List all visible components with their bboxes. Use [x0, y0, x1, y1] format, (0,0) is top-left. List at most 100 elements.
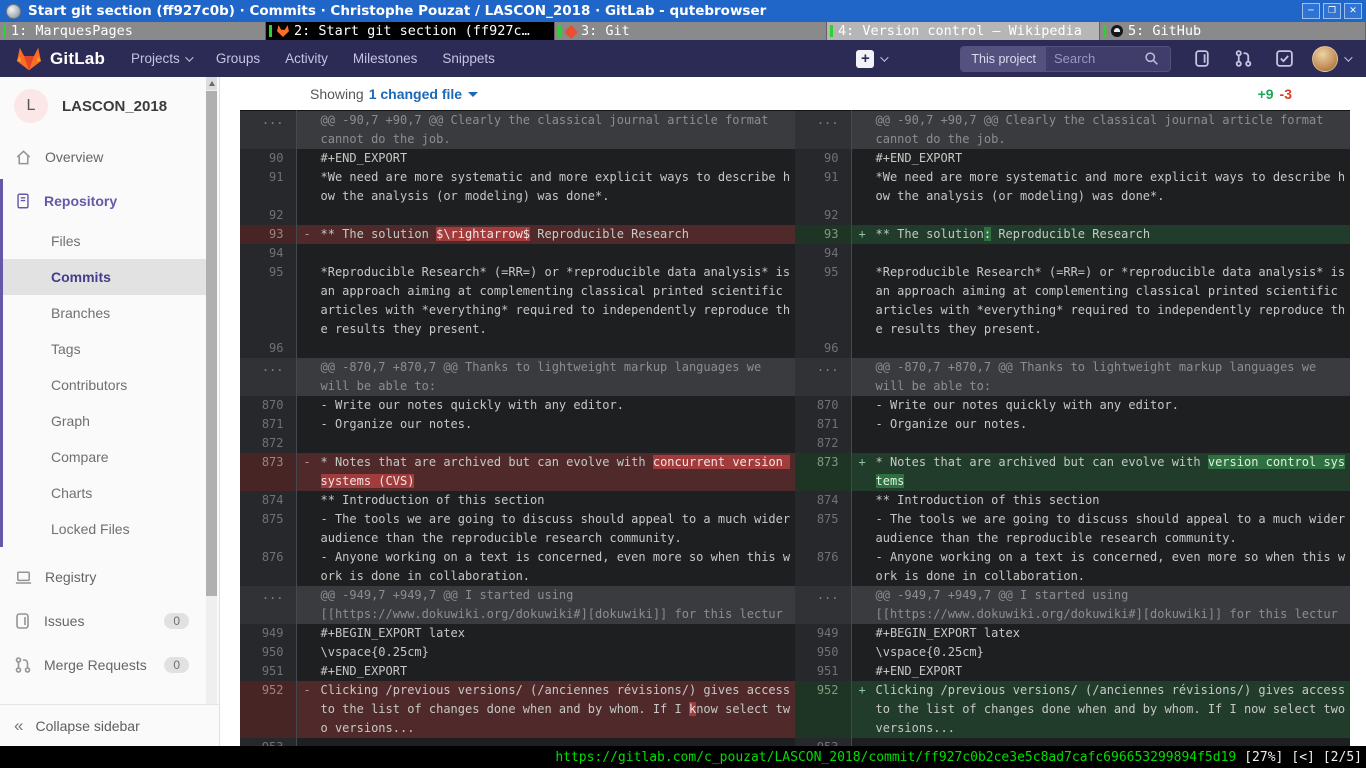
diff-line-number[interactable]: 872 — [240, 434, 296, 453]
browser-tab[interactable]: 3: Git — [555, 22, 827, 40]
diff-line-number[interactable]: 93 — [795, 225, 851, 244]
nav-link-groups[interactable]: Groups — [216, 51, 260, 66]
diff-line-number[interactable]: ... — [240, 586, 296, 624]
diff-line-number[interactable]: 951 — [240, 662, 296, 681]
changed-files-dropdown[interactable]: 1 changed file — [369, 86, 478, 102]
gitlab-logo[interactable]: GitLab — [16, 47, 105, 71]
issues-icon — [14, 612, 32, 630]
diff-line-number[interactable]: 950 — [240, 643, 296, 662]
diff-line-number[interactable]: 873 — [795, 453, 851, 491]
nav-link-activity[interactable]: Activity — [285, 51, 328, 66]
minimize-button[interactable]: ─ — [1302, 3, 1320, 19]
diff-line-number[interactable]: 96 — [795, 339, 851, 358]
issues-icon[interactable] — [1193, 49, 1212, 68]
browser-tab[interactable]: 4: Version control – Wikipedia — [827, 22, 1100, 40]
sidebar-item-tags[interactable]: Tags — [3, 331, 206, 367]
diff-line-number[interactable]: 871 — [795, 415, 851, 434]
diff-line-number[interactable]: 96 — [240, 339, 296, 358]
close-button[interactable]: ✕ — [1344, 3, 1362, 19]
sidebar-item-branches[interactable]: Branches — [3, 295, 206, 331]
nav-link-snippets[interactable]: Snippets — [442, 51, 495, 66]
browser-tab[interactable]: 2: Start git section (ff927c… — [266, 22, 555, 40]
diff-line-number[interactable]: 875 — [795, 510, 851, 548]
chevron-down-icon — [185, 53, 193, 61]
chevron-down-icon[interactable] — [881, 53, 889, 61]
nav-link-projects[interactable]: Projects — [131, 51, 191, 66]
diff-line-number[interactable]: 92 — [240, 206, 296, 225]
scrollbar-up-arrow-icon[interactable] — [206, 77, 217, 90]
diff-hunk-row: ...@@ -949,7 +949,7 @@ I started using [… — [240, 586, 1350, 624]
sidebar-item-locked-files[interactable]: Locked Files — [3, 511, 206, 547]
diff-line-number[interactable]: 950 — [795, 643, 851, 662]
merge-requests-icon[interactable] — [1234, 49, 1253, 68]
sidebar-item-merge-requests[interactable]: Merge Requests 0 — [0, 643, 219, 687]
diff-line-number[interactable]: 952 — [795, 681, 851, 738]
diff-line-number[interactable]: 872 — [795, 434, 851, 453]
diff-line-number[interactable]: 874 — [240, 491, 296, 510]
diff-line-number[interactable]: 875 — [240, 510, 296, 548]
project-header[interactable]: L LASCON_2018 — [0, 77, 219, 135]
diff-line-number[interactable]: 876 — [795, 548, 851, 586]
diff-table-container: ...@@ -90,7 +90,7 @@ Clearly the classic… — [240, 110, 1350, 746]
search-icon[interactable] — [1144, 51, 1159, 66]
sidebar-item-registry[interactable]: Registry — [0, 555, 219, 599]
statusbar-url: https://gitlab.com/c_pouzat/LASCON_2018/… — [555, 750, 1236, 765]
sidebar-item-files[interactable]: Files — [3, 223, 206, 259]
sidebar-item-repository[interactable]: Repository — [3, 179, 219, 223]
todos-icon[interactable] — [1275, 49, 1294, 68]
diff-line-number[interactable]: 953 — [240, 738, 296, 746]
diff-line-number[interactable]: 91 — [795, 168, 851, 206]
diff-line-number[interactable]: ... — [240, 111, 296, 150]
sidebar-item-contributors[interactable]: Contributors — [3, 367, 206, 403]
diff-line-number[interactable]: 871 — [240, 415, 296, 434]
new-menu-button[interactable]: + — [856, 50, 874, 68]
nav-link-milestones[interactable]: Milestones — [353, 51, 418, 66]
diff-line-number[interactable]: 874 — [795, 491, 851, 510]
diff-line-number[interactable]: 949 — [240, 624, 296, 643]
chevron-down-icon[interactable] — [1344, 53, 1352, 61]
diff-line-number[interactable]: 952 — [240, 681, 296, 738]
sidebar-item-commits[interactable]: Commits — [3, 259, 206, 295]
diff-line-number[interactable]: 953 — [795, 738, 851, 746]
diff-line-number[interactable]: 90 — [795, 149, 851, 168]
diff-code-line: #+END_EXPORT — [296, 149, 795, 168]
diff-row: 93-** The solution $\rightarrow$ Reprodu… — [240, 225, 1350, 244]
diff-line-number[interactable]: 951 — [795, 662, 851, 681]
diff-line-number[interactable]: 95 — [795, 263, 851, 339]
diff-line-number[interactable]: 90 — [240, 149, 296, 168]
diff-code-line: #+END_EXPORT — [851, 149, 1350, 168]
diff-line-number[interactable]: 873 — [240, 453, 296, 491]
sidebar-item-issues[interactable]: Issues 0 — [0, 599, 219, 643]
sidebar-item-graph[interactable]: Graph — [3, 403, 206, 439]
browser-tab[interactable]: 1: MarquesPages — [0, 22, 266, 40]
diff-code-line: -** The solution $\rightarrow$ Reproduci… — [296, 225, 795, 244]
search-input[interactable] — [1054, 51, 1144, 66]
browser-tab[interactable]: 5: GitHub — [1100, 22, 1366, 40]
scrollbar-thumb[interactable] — [206, 91, 217, 596]
collapse-sidebar-button[interactable]: « Collapse sidebar — [0, 704, 219, 746]
diff-code-line: \vspace{0.25cm} — [851, 643, 1350, 662]
diff-line-number[interactable]: 92 — [795, 206, 851, 225]
diff-line-number[interactable]: 870 — [240, 396, 296, 415]
diff-line-number[interactable]: ... — [795, 111, 851, 150]
diff-line-number[interactable]: ... — [795, 358, 851, 396]
diff-line-number[interactable]: ... — [240, 358, 296, 396]
diff-line-number[interactable]: 95 — [240, 263, 296, 339]
diff-hunk-header: @@ -90,7 +90,7 @@ Clearly the classical … — [851, 111, 1350, 150]
sidebar-item-overview[interactable]: Overview — [0, 135, 219, 179]
diff-line-number[interactable]: 94 — [795, 244, 851, 263]
sidebar-item-compare[interactable]: Compare — [3, 439, 206, 475]
diff-line-number[interactable]: ... — [795, 586, 851, 624]
diff-line-number[interactable]: 876 — [240, 548, 296, 586]
tab-loaded-indicator-icon — [1103, 25, 1106, 37]
diff-code-line: *Reproducible Research* (=RR=) or *repro… — [851, 263, 1350, 339]
diff-line-number[interactable]: 949 — [795, 624, 851, 643]
user-avatar[interactable] — [1312, 46, 1338, 72]
sidebar-item-charts[interactable]: Charts — [3, 475, 206, 511]
sidebar-scrollbar[interactable] — [206, 77, 217, 704]
diff-line-number[interactable]: 93 — [240, 225, 296, 244]
diff-line-number[interactable]: 870 — [795, 396, 851, 415]
maximize-button[interactable]: ❐ — [1323, 3, 1341, 19]
diff-line-number[interactable]: 94 — [240, 244, 296, 263]
diff-line-number[interactable]: 91 — [240, 168, 296, 206]
